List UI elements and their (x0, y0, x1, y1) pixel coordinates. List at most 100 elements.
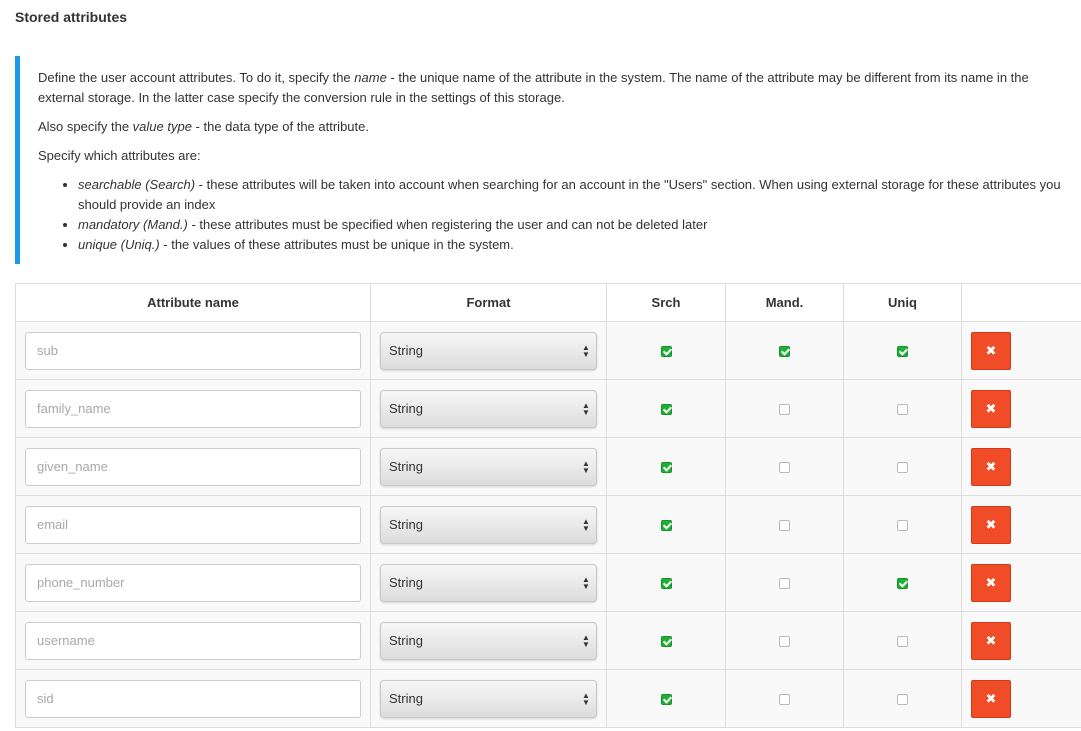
mandatory-checkbox[interactable] (779, 520, 790, 532)
info-bullet-mandatory: mandatory (Mand.) - these attributes mus… (78, 215, 1061, 235)
attribute-name-input[interactable] (25, 505, 361, 544)
header-unique: Uniq (843, 283, 962, 322)
attribute-name-input[interactable] (25, 331, 361, 370)
select-updown-icon: ▲ ▼ (582, 400, 590, 417)
unique-checkbox[interactable] (897, 462, 908, 474)
select-updown-icon: ▲ ▼ (582, 458, 590, 475)
close-x-icon: ✖ (985, 632, 997, 648)
actions-cell: ✖ (961, 495, 1081, 554)
delete-attribute-button[interactable]: ✖ (971, 563, 1011, 602)
format-select[interactable]: String ▲ ▼ (380, 563, 597, 602)
mandatory-cell (725, 379, 844, 438)
mandatory-cell (725, 437, 844, 496)
format-select-value: String (389, 400, 423, 416)
mandatory-cell (725, 553, 844, 612)
header-search: Srch (606, 283, 726, 322)
close-x-icon: ✖ (985, 516, 997, 532)
attributes-table: Attribute name Format Srch Mand. Uniq St… (15, 283, 1081, 728)
search-cell (606, 321, 726, 380)
mandatory-checkbox[interactable] (779, 636, 790, 648)
mandatory-checkbox[interactable] (779, 346, 790, 358)
search-checkbox[interactable] (660, 462, 672, 474)
actions-cell: ✖ (961, 379, 1081, 438)
attribute-name-input[interactable] (25, 679, 361, 718)
section-title: Stored attributes (15, 9, 128, 25)
delete-attribute-button[interactable]: ✖ (971, 331, 1011, 370)
header-mandatory: Mand. (725, 283, 844, 322)
unique-cell (843, 553, 962, 612)
search-checkbox[interactable] (660, 346, 672, 358)
format-select[interactable]: String ▲ ▼ (380, 331, 597, 370)
format-select-value: String (389, 632, 423, 648)
close-x-icon: ✖ (985, 690, 997, 706)
format-select[interactable]: String ▲ ▼ (380, 505, 597, 544)
attribute-name-cell (15, 611, 371, 670)
actions-cell: ✖ (961, 611, 1081, 670)
mandatory-cell (725, 669, 844, 728)
unique-checkbox[interactable] (897, 346, 908, 358)
actions-cell: ✖ (961, 321, 1081, 380)
select-updown-icon: ▲ ▼ (582, 690, 590, 707)
actions-cell: ✖ (961, 669, 1081, 728)
search-checkbox[interactable] (660, 636, 672, 648)
unique-checkbox[interactable] (897, 694, 908, 706)
search-checkbox[interactable] (660, 578, 672, 590)
mandatory-checkbox[interactable] (779, 578, 790, 590)
mandatory-checkbox[interactable] (779, 404, 790, 416)
actions-cell: ✖ (961, 553, 1081, 612)
search-cell (606, 611, 726, 670)
header-actions (961, 283, 1081, 322)
format-select-value: String (389, 458, 423, 474)
format-select[interactable]: String ▲ ▼ (380, 679, 597, 718)
table-row: String ▲▼ ✖ (15, 611, 1081, 670)
table-row: String ▲▼ ✖ (15, 437, 1081, 496)
format-select[interactable]: String ▲ ▼ (380, 621, 597, 660)
mandatory-cell (725, 321, 844, 380)
format-cell: String ▲ ▼ (370, 553, 607, 612)
info-bullet-list: searchable (Search) - these attributes w… (38, 175, 1061, 255)
attribute-name-cell (15, 379, 371, 438)
select-updown-icon: ▲ ▼ (582, 574, 590, 591)
stored-attributes-page: Stored attributes Define the user accoun… (0, 0, 1081, 731)
attribute-name-input[interactable] (25, 447, 361, 486)
format-select-value: String (389, 342, 423, 358)
mandatory-checkbox[interactable] (779, 462, 790, 474)
delete-attribute-button[interactable]: ✖ (971, 621, 1011, 660)
select-updown-icon: ▲ ▼ (582, 632, 590, 649)
table-header-row: Attribute name Format Srch Mand. Uniq (15, 283, 1081, 322)
delete-attribute-button[interactable]: ✖ (971, 447, 1011, 486)
attribute-name-input[interactable] (25, 389, 361, 428)
format-select[interactable]: String ▲ ▼ (380, 389, 597, 428)
delete-attribute-button[interactable]: ✖ (971, 505, 1011, 544)
info-paragraph-value-type: Also specify the value type - the data t… (38, 119, 369, 134)
mandatory-cell (725, 495, 844, 554)
close-x-icon: ✖ (985, 342, 997, 358)
search-checkbox[interactable] (660, 520, 672, 532)
close-x-icon: ✖ (985, 400, 997, 416)
table-row: String ▲▼ ✖ (15, 553, 1081, 612)
format-cell: String ▲ ▼ (370, 611, 607, 670)
unique-checkbox[interactable] (897, 404, 908, 416)
info-paragraph-name: Define the user account attributes. To d… (38, 70, 1029, 105)
unique-checkbox[interactable] (897, 578, 908, 590)
delete-attribute-button[interactable]: ✖ (971, 679, 1011, 718)
delete-attribute-button[interactable]: ✖ (971, 389, 1011, 428)
unique-cell (843, 495, 962, 554)
unique-cell (843, 437, 962, 496)
unique-checkbox[interactable] (897, 636, 908, 648)
format-select[interactable]: String ▲ ▼ (380, 447, 597, 486)
format-cell: String ▲ ▼ (370, 379, 607, 438)
attribute-name-input[interactable] (25, 563, 361, 602)
table-row: String ▲▼ ✖ (15, 379, 1081, 438)
search-checkbox[interactable] (660, 404, 672, 416)
unique-checkbox[interactable] (897, 520, 908, 532)
table-body: String ▲▼ ✖ String ▲▼ ✖ String ▲▼ ✖ String ▲▼ ✖ Stri… (15, 321, 1081, 728)
attribute-name-cell (15, 495, 371, 554)
format-cell: String ▲ ▼ (370, 437, 607, 496)
header-format: Format (370, 283, 607, 322)
format-select-value: String (389, 690, 423, 706)
table-row: String ▲▼ ✖ (15, 669, 1081, 728)
attribute-name-input[interactable] (25, 621, 361, 660)
search-checkbox[interactable] (660, 694, 672, 706)
mandatory-checkbox[interactable] (779, 694, 790, 706)
